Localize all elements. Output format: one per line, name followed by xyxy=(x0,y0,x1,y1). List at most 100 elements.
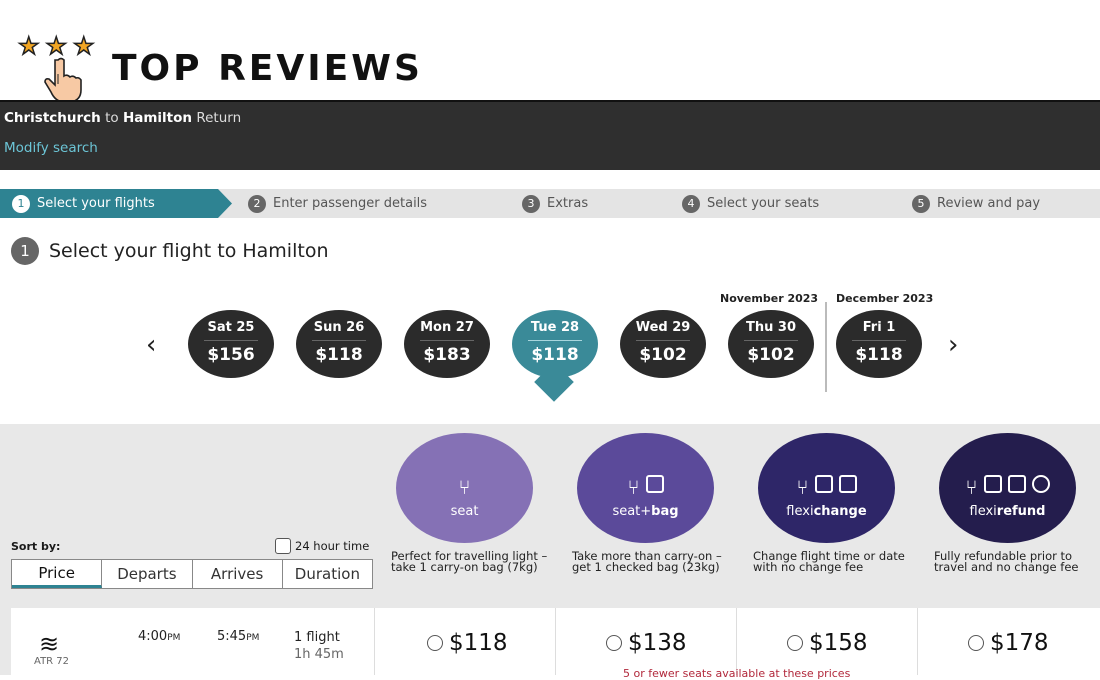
flight-info: 1 flight 1h 45m xyxy=(294,629,344,663)
sort-label: Sort by: xyxy=(11,540,61,553)
step-select-flights[interactable]: 1 Select your flights xyxy=(0,189,232,218)
aircraft-type: ATR 72 xyxy=(34,656,70,667)
seat-icon: ⑂ xyxy=(458,475,471,499)
step-passenger-details[interactable]: 2 Enter passenger details xyxy=(248,189,427,218)
sort-tab-arrives[interactable]: Arrives xyxy=(193,560,283,588)
date-price: $102 xyxy=(747,345,795,365)
month-label-november: November 2023 xyxy=(720,292,819,305)
price-cell-seat-bag[interactable]: $138 xyxy=(555,608,736,675)
sort-tabs: Price Departs Arrives Duration xyxy=(11,559,373,589)
fare-radio[interactable] xyxy=(606,635,622,651)
step-number: 3 xyxy=(522,194,540,213)
fare-description: Change flight time or date with no chang… xyxy=(753,549,905,574)
flight-duration: 1h 45m xyxy=(294,647,344,662)
section-heading: 1 Select your flight to Hamilton xyxy=(11,237,328,265)
star-icon: ★ xyxy=(17,32,40,60)
fare-name: seat xyxy=(450,504,479,519)
fare-name: seat+bag xyxy=(612,504,679,519)
route-summary: Christchurch to Hamilton Return xyxy=(4,110,241,126)
step-label: Select your flights xyxy=(37,196,155,211)
time-format-toggle[interactable]: 24 hour time xyxy=(275,538,369,554)
fare-flexichange[interactable]: ⑂ flexichange xyxy=(758,433,895,543)
seat-icon: ⑂ xyxy=(627,475,640,499)
sort-tab-price[interactable]: Price xyxy=(12,560,103,588)
top-reviews-banner: ★ ★ ★ TOP REVIEWS xyxy=(0,0,1100,103)
time-format-checkbox[interactable] xyxy=(275,538,291,554)
modify-search-link[interactable]: Modify search xyxy=(4,140,98,156)
seat-icon: ⑂ xyxy=(796,475,809,499)
fare-price: $158 xyxy=(809,630,868,656)
step-review-pay[interactable]: 5 Review and pay xyxy=(912,189,1040,218)
fare-flexirefund[interactable]: ⑂ flexirefund xyxy=(939,433,1076,543)
date-day: Thu 30 xyxy=(746,320,796,335)
date-price: $183 xyxy=(423,345,471,365)
date-option[interactable]: Thu 30 $102 xyxy=(728,310,814,378)
departure-time: 4:00PM xyxy=(138,629,181,644)
step-label: Review and pay xyxy=(937,196,1041,211)
logo-text: TOP REVIEWS xyxy=(112,48,423,89)
step-number: 1 xyxy=(12,194,30,213)
step-extras[interactable]: 3 Extras xyxy=(522,189,588,218)
fare-price: $118 xyxy=(449,630,508,656)
sort-tab-duration[interactable]: Duration xyxy=(283,560,372,588)
destination-city: Hamilton xyxy=(122,110,193,126)
step-number: 5 xyxy=(912,194,930,213)
date-day: Wed 29 xyxy=(635,320,691,335)
date-option[interactable]: Sat 25 $156 xyxy=(188,310,274,378)
calendar-clock-icon xyxy=(1007,475,1026,493)
seat-icon: ⑂ xyxy=(965,475,978,499)
step-label: Enter passenger details xyxy=(273,196,428,211)
calendar-clock-icon xyxy=(838,475,857,493)
fare-seat[interactable]: ⑂ seat xyxy=(396,433,533,543)
trip-type: Return xyxy=(196,110,242,126)
time-format-label: 24 hour time xyxy=(295,539,370,553)
fare-price: $138 xyxy=(628,630,687,656)
fare-radio[interactable] xyxy=(787,635,803,651)
step-number: 2 xyxy=(248,194,266,213)
section-title: Select your flight to Hamilton xyxy=(49,240,329,262)
date-price: $102 xyxy=(639,345,687,365)
pointing-hand-icon xyxy=(44,57,82,103)
fare-radio[interactable] xyxy=(427,635,443,651)
fare-name: flexirefund xyxy=(969,504,1046,519)
date-price: $118 xyxy=(315,345,363,365)
dollar-icon xyxy=(1031,475,1050,493)
flight-row[interactable]: ≋ ATR 72 4:00PM 5:45PM 1 flight 1h 45m $… xyxy=(11,608,1100,680)
date-price: $118 xyxy=(855,345,903,365)
fare-seat-bag[interactable]: ⑂ seat+bag xyxy=(577,433,714,543)
date-option[interactable]: Fri 1 $118 xyxy=(836,310,922,378)
price-cell-flexirefund[interactable]: $178 xyxy=(917,608,1098,675)
date-day: Mon 27 xyxy=(420,320,474,335)
chevron-left-icon[interactable]: ‹ xyxy=(146,330,156,360)
flight-count: 1 flight xyxy=(294,630,340,645)
bag-icon xyxy=(983,475,1002,493)
date-day: Sun 26 xyxy=(313,320,365,335)
date-option[interactable]: Mon 27 $183 xyxy=(404,310,490,378)
seat-availability-warning: 5 or fewer seats available at these pric… xyxy=(623,667,851,680)
origin-city: Christchurch xyxy=(4,110,101,126)
airline-logo-icon: ≋ xyxy=(39,630,60,658)
step-label: Select your seats xyxy=(707,196,820,211)
date-option[interactable]: Wed 29 $102 xyxy=(620,310,706,378)
section-number: 1 xyxy=(11,237,39,265)
step-select-seats[interactable]: 4 Select your seats xyxy=(682,189,819,218)
bag-icon xyxy=(645,475,664,493)
fare-price: $178 xyxy=(990,630,1049,656)
fare-description: Take more than carry-on – get 1 checked … xyxy=(572,549,722,574)
date-price: $156 xyxy=(207,345,255,365)
arrival-time: 5:45PM xyxy=(217,629,260,644)
bag-icon xyxy=(814,475,833,493)
date-option-selected[interactable]: Tue 28 $118 xyxy=(512,310,598,378)
chevron-right-icon[interactable]: › xyxy=(948,330,958,360)
date-option[interactable]: Sun 26 $118 xyxy=(296,310,382,378)
step-label: Extras xyxy=(547,196,589,211)
price-cell-seat[interactable]: $118 xyxy=(374,608,555,675)
sort-tab-departs[interactable]: Departs xyxy=(102,560,193,588)
date-day: Sat 25 xyxy=(207,320,255,335)
date-day: Fri 1 xyxy=(862,320,896,335)
price-cell-flexichange[interactable]: $158 xyxy=(736,608,917,675)
month-label-december: December 2023 xyxy=(836,292,934,305)
month-divider xyxy=(825,302,827,392)
step-number: 4 xyxy=(682,194,700,213)
fare-radio[interactable] xyxy=(968,635,984,651)
